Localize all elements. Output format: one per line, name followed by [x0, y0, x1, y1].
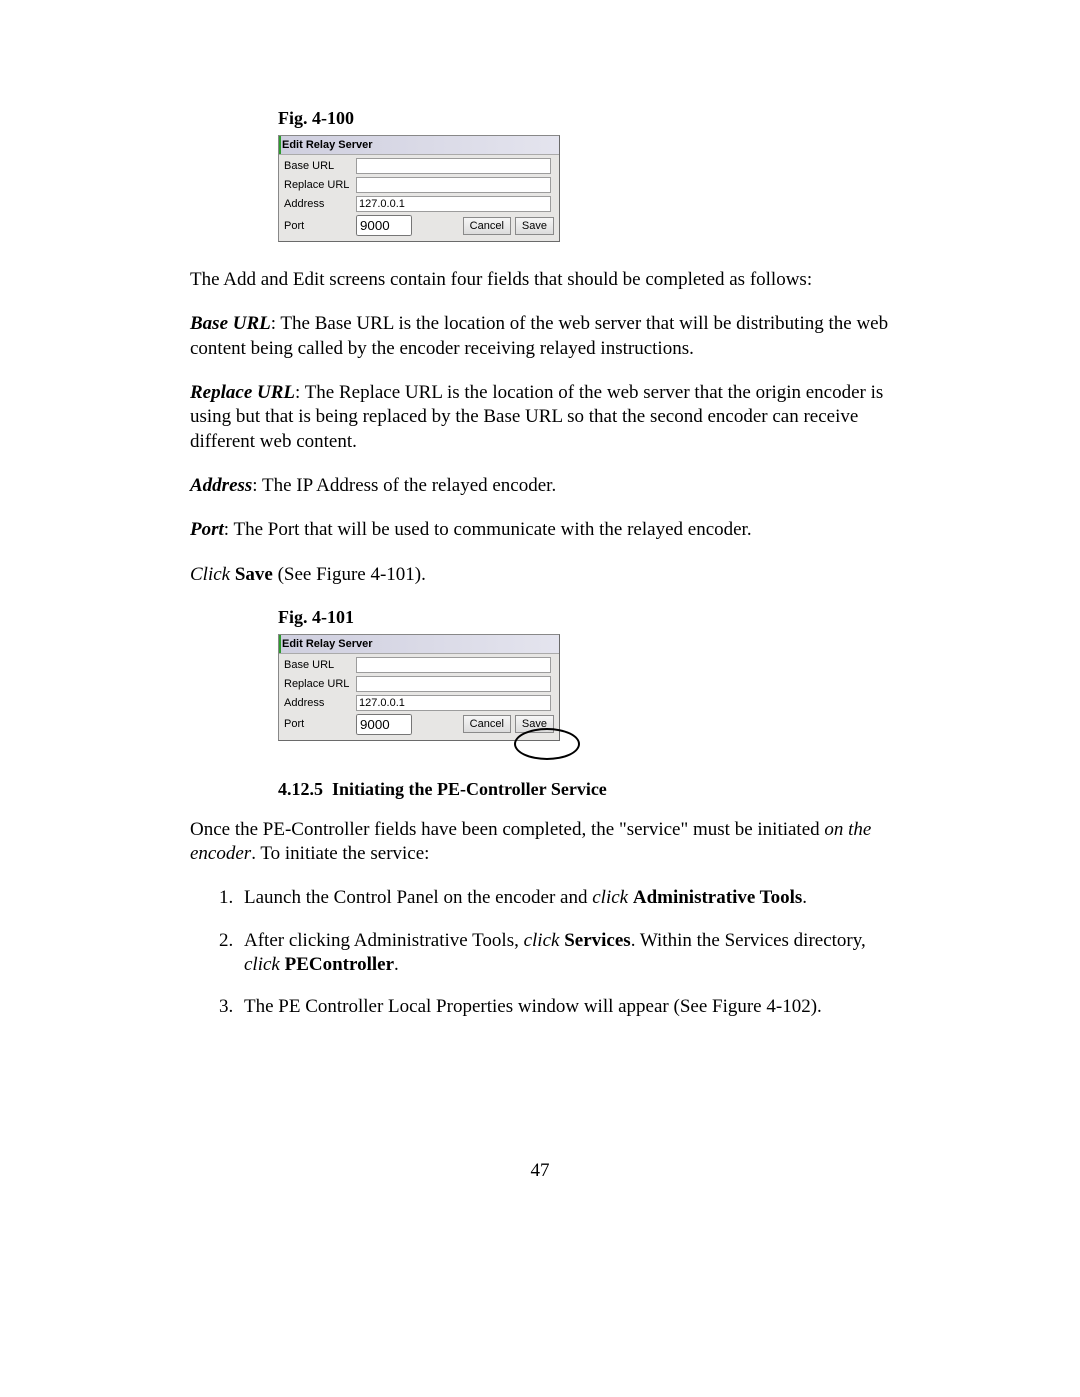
- section-lead-2: . To initiate the service:: [251, 843, 429, 864]
- base-url-text: : The Base URL is the location of the we…: [190, 313, 888, 358]
- page-number: 47: [190, 1160, 890, 1182]
- step-2-bold2: PEController: [285, 954, 394, 975]
- address-desc: Address: The IP Address of the relayed e…: [190, 474, 890, 498]
- figure-label-2: Fig. 4-101: [278, 607, 890, 628]
- save-button[interactable]: Save: [515, 217, 554, 235]
- base-url-input-2[interactable]: [356, 657, 551, 673]
- save-tail: (See Figure 4-101).: [273, 564, 426, 585]
- port-term: Port: [190, 519, 224, 540]
- save-word: Save: [235, 564, 273, 585]
- cancel-button-2[interactable]: Cancel: [463, 715, 511, 733]
- step-2c: .: [394, 954, 399, 975]
- base-url-desc: Base URL: The Base URL is the location o…: [190, 312, 890, 361]
- dialog-title-2: Edit Relay Server: [279, 635, 559, 654]
- step-2-click: click: [524, 930, 560, 951]
- section-heading: 4.12.5 Initiating the PE-Controller Serv…: [278, 779, 890, 800]
- step-2-bold: Services: [564, 930, 630, 951]
- replace-url-label-2: Replace URL: [284, 678, 356, 690]
- section-title: Initiating the PE-Controller Service: [332, 779, 607, 799]
- steps-list: Launch the Control Panel on the encoder …: [190, 886, 890, 1019]
- base-url-label: Base URL: [284, 160, 356, 172]
- step-2-click2: click: [244, 954, 280, 975]
- replace-url-input[interactable]: [356, 177, 551, 193]
- edit-relay-server-dialog-1: Edit Relay Server Base URL Replace URL A…: [278, 135, 560, 242]
- address-label: Address: [284, 198, 356, 210]
- click-save-instruction: Click Save (See Figure 4-101).: [190, 563, 890, 587]
- click-word: Click: [190, 564, 230, 585]
- port-desc: Port: The Port that will be used to comm…: [190, 518, 890, 542]
- save-button-2[interactable]: Save: [515, 715, 554, 733]
- port-label: Port: [284, 220, 356, 232]
- port-text: : The Port that will be used to communic…: [224, 519, 752, 540]
- edit-relay-server-dialog-2: Edit Relay Server Base URL Replace URL A…: [278, 634, 560, 741]
- step-1-click: click: [592, 887, 628, 908]
- step-1: Launch the Control Panel on the encoder …: [238, 886, 890, 910]
- step-2: After clicking Administrative Tools, cli…: [238, 929, 890, 978]
- intro-paragraph: The Add and Edit screens contain four fi…: [190, 268, 890, 292]
- step-1a: Launch the Control Panel on the encoder …: [244, 887, 592, 908]
- replace-url-desc: Replace URL: The Replace URL is the loca…: [190, 381, 890, 454]
- figure-label-1: Fig. 4-100: [278, 108, 890, 129]
- port-label-2: Port: [284, 718, 356, 730]
- address-text: : The IP Address of the relayed encoder.: [252, 475, 556, 496]
- address-label-2: Address: [284, 697, 356, 709]
- base-url-label-2: Base URL: [284, 659, 356, 671]
- address-input[interactable]: [356, 196, 551, 212]
- base-url-term: Base URL: [190, 313, 271, 334]
- section-lead: Once the PE-Controller fields have been …: [190, 818, 890, 867]
- address-input-2[interactable]: [356, 695, 551, 711]
- step-2-mid: . Within the Services directory,: [631, 930, 866, 951]
- section-lead-1: Once the PE-Controller fields have been …: [190, 819, 824, 840]
- base-url-input[interactable]: [356, 158, 551, 174]
- dialog-title-1: Edit Relay Server: [279, 136, 559, 155]
- port-input-2[interactable]: [356, 714, 412, 735]
- port-input[interactable]: [356, 215, 412, 236]
- step-2a: After clicking Administrative Tools,: [244, 930, 524, 951]
- step-1c: .: [802, 887, 807, 908]
- section-number: 4.12.5: [278, 779, 323, 799]
- step-3: The PE Controller Local Properties windo…: [238, 995, 890, 1019]
- replace-url-label: Replace URL: [284, 179, 356, 191]
- replace-url-term: Replace URL: [190, 382, 295, 403]
- step-1-bold: Administrative Tools: [633, 887, 802, 908]
- address-term: Address: [190, 475, 252, 496]
- replace-url-input-2[interactable]: [356, 676, 551, 692]
- cancel-button[interactable]: Cancel: [463, 217, 511, 235]
